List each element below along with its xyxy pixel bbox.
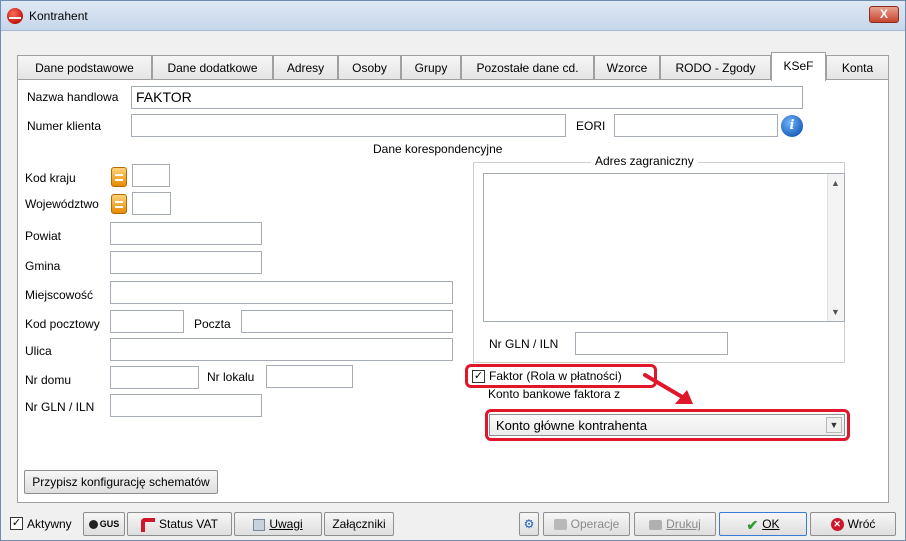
note-icon <box>253 518 266 531</box>
check-icon: ✔ <box>746 516 759 533</box>
wroc-button[interactable]: ✕ Wróć <box>810 512 896 536</box>
scroll-up-icon[interactable]: ▲ <box>831 178 840 188</box>
info-icon[interactable]: i <box>781 115 803 137</box>
uwagi-button[interactable]: Uwagi <box>234 512 322 536</box>
status-vat-button[interactable]: Status VAT <box>127 512 232 536</box>
drukuj-label: Drukuj <box>666 517 701 531</box>
tab-wzorce[interactable]: Wzorce <box>594 55 660 80</box>
factor-checkbox[interactable]: ✓ <box>472 370 485 383</box>
powiat-label: Powiat <box>25 229 62 243</box>
list-picker-icon[interactable] <box>111 194 127 214</box>
tab-konta[interactable]: Konta <box>826 55 889 80</box>
tab-adresy[interactable]: Adresy <box>273 55 338 80</box>
kod-pocztowy-input[interactable] <box>110 310 184 333</box>
wroc-label: Wróć <box>847 517 876 531</box>
wojewodztwo-label: Województwo <box>25 197 99 211</box>
nr-lokalu-input[interactable] <box>266 365 353 388</box>
foreign-address-title: Adres zagraniczny <box>591 154 698 168</box>
tab-grupy[interactable]: Grupy <box>401 55 461 80</box>
scroll-down-icon[interactable]: ▼ <box>831 307 840 317</box>
operations-icon <box>553 519 567 531</box>
uwagi-label: Uwagi <box>269 517 303 531</box>
aktywny-checkbox[interactable]: ✓ <box>10 517 23 530</box>
poczta-input[interactable] <box>241 310 453 333</box>
status-vat-label: Status VAT <box>159 517 218 531</box>
ulica-input[interactable] <box>110 338 453 361</box>
gmina-input[interactable] <box>110 251 262 274</box>
assign-schema-button[interactable]: Przypisz konfigurację schematów <box>24 470 218 494</box>
operacje-button[interactable]: Operacje <box>543 512 630 536</box>
aktywny-label: Aktywny <box>27 517 72 531</box>
gus-label: GUS <box>99 519 120 529</box>
nr-gln-input[interactable] <box>110 394 262 417</box>
drukuj-button[interactable]: Drukuj <box>634 512 716 536</box>
zalaczniki-button[interactable]: Załączniki <box>324 512 394 536</box>
close-button[interactable]: X <box>869 6 899 23</box>
printer-icon <box>649 519 663 530</box>
tab-dane-dodatkowe[interactable]: Dane dodatkowe <box>152 55 273 80</box>
kod-kraju-label: Kod kraju <box>25 171 76 185</box>
factor-account-value: Konto główne kontrahenta <box>496 418 648 433</box>
nr-lokalu-label: Nr lokalu <box>207 370 255 384</box>
tab-pozostale-dane[interactable]: Pozostałe dane cd. <box>461 55 594 80</box>
eori-input[interactable] <box>614 114 778 137</box>
ulica-label: Ulica <box>25 344 52 358</box>
poczta-label: Poczta <box>194 317 231 331</box>
arrow-annotation-icon <box>643 373 693 404</box>
miejscowosc-label: Miejscowość <box>25 288 94 302</box>
nr-domu-label: Nr domu <box>25 373 72 387</box>
window-title: Kontrahent <box>29 9 88 23</box>
foreign-gln-input[interactable] <box>575 332 728 355</box>
kod-pocztowy-label: Kod pocztowy <box>25 317 100 331</box>
operacje-label: Operacje <box>570 517 620 531</box>
wojewodztwo-input[interactable] <box>132 192 171 215</box>
tab-ksef[interactable]: KSeF <box>771 52 826 81</box>
contractor-window: Kontrahent X Dane podstawowe Dane dodatk… <box>0 0 906 541</box>
nr-domu-input[interactable] <box>110 366 199 389</box>
gus-button[interactable]: GUS <box>83 512 125 536</box>
app-icon <box>7 8 23 24</box>
powiat-input[interactable] <box>110 222 262 245</box>
eori-label: EORI <box>576 119 606 133</box>
tab-dane-podstawowe[interactable]: Dane podstawowe <box>17 55 152 80</box>
factor-account-select[interactable]: Konto główne kontrahenta ▼ <box>489 414 845 436</box>
tab-rodo-zgody[interactable]: RODO - Zgody <box>660 55 771 80</box>
foreign-address-textarea[interactable]: ▲ ▼ <box>483 173 845 322</box>
ok-label: OK <box>762 517 780 531</box>
numer-klienta-input[interactable] <box>131 114 566 137</box>
gus-logo-icon <box>88 520 98 530</box>
list-picker-icon[interactable] <box>111 167 127 187</box>
title-bar: Kontrahent X <box>1 1 905 31</box>
miejscowosc-input[interactable] <box>110 281 453 304</box>
vat-status-icon <box>141 517 156 532</box>
tree-button[interactable]: ⚙ <box>519 512 539 536</box>
section-title: Dane korespondencyjne <box>373 142 503 156</box>
factor-account-label: Konto bankowe faktora z <box>488 387 621 401</box>
ok-button[interactable]: ✔ OK <box>719 512 807 536</box>
nr-gln-label: Nr GLN / ILN <box>25 400 95 414</box>
tree-icon: ⚙ <box>523 517 535 531</box>
tab-osoby[interactable]: Osoby <box>338 55 401 80</box>
cancel-icon: ✕ <box>830 518 844 532</box>
vertical-scrollbar[interactable]: ▲ ▼ <box>827 174 844 321</box>
gmina-label: Gmina <box>25 259 61 273</box>
nazwa-handlowa-input[interactable]: FAKTOR <box>131 86 803 109</box>
foreign-gln-label: Nr GLN / ILN <box>489 337 559 351</box>
nazwa-handlowa-label: Nazwa handlowa <box>27 90 119 104</box>
factor-checkbox-label: Faktor (Rola w płatności) <box>489 369 622 383</box>
kod-kraju-input[interactable] <box>132 164 170 187</box>
numer-klienta-label: Numer klienta <box>27 119 102 133</box>
chevron-down-icon[interactable]: ▼ <box>826 417 842 433</box>
